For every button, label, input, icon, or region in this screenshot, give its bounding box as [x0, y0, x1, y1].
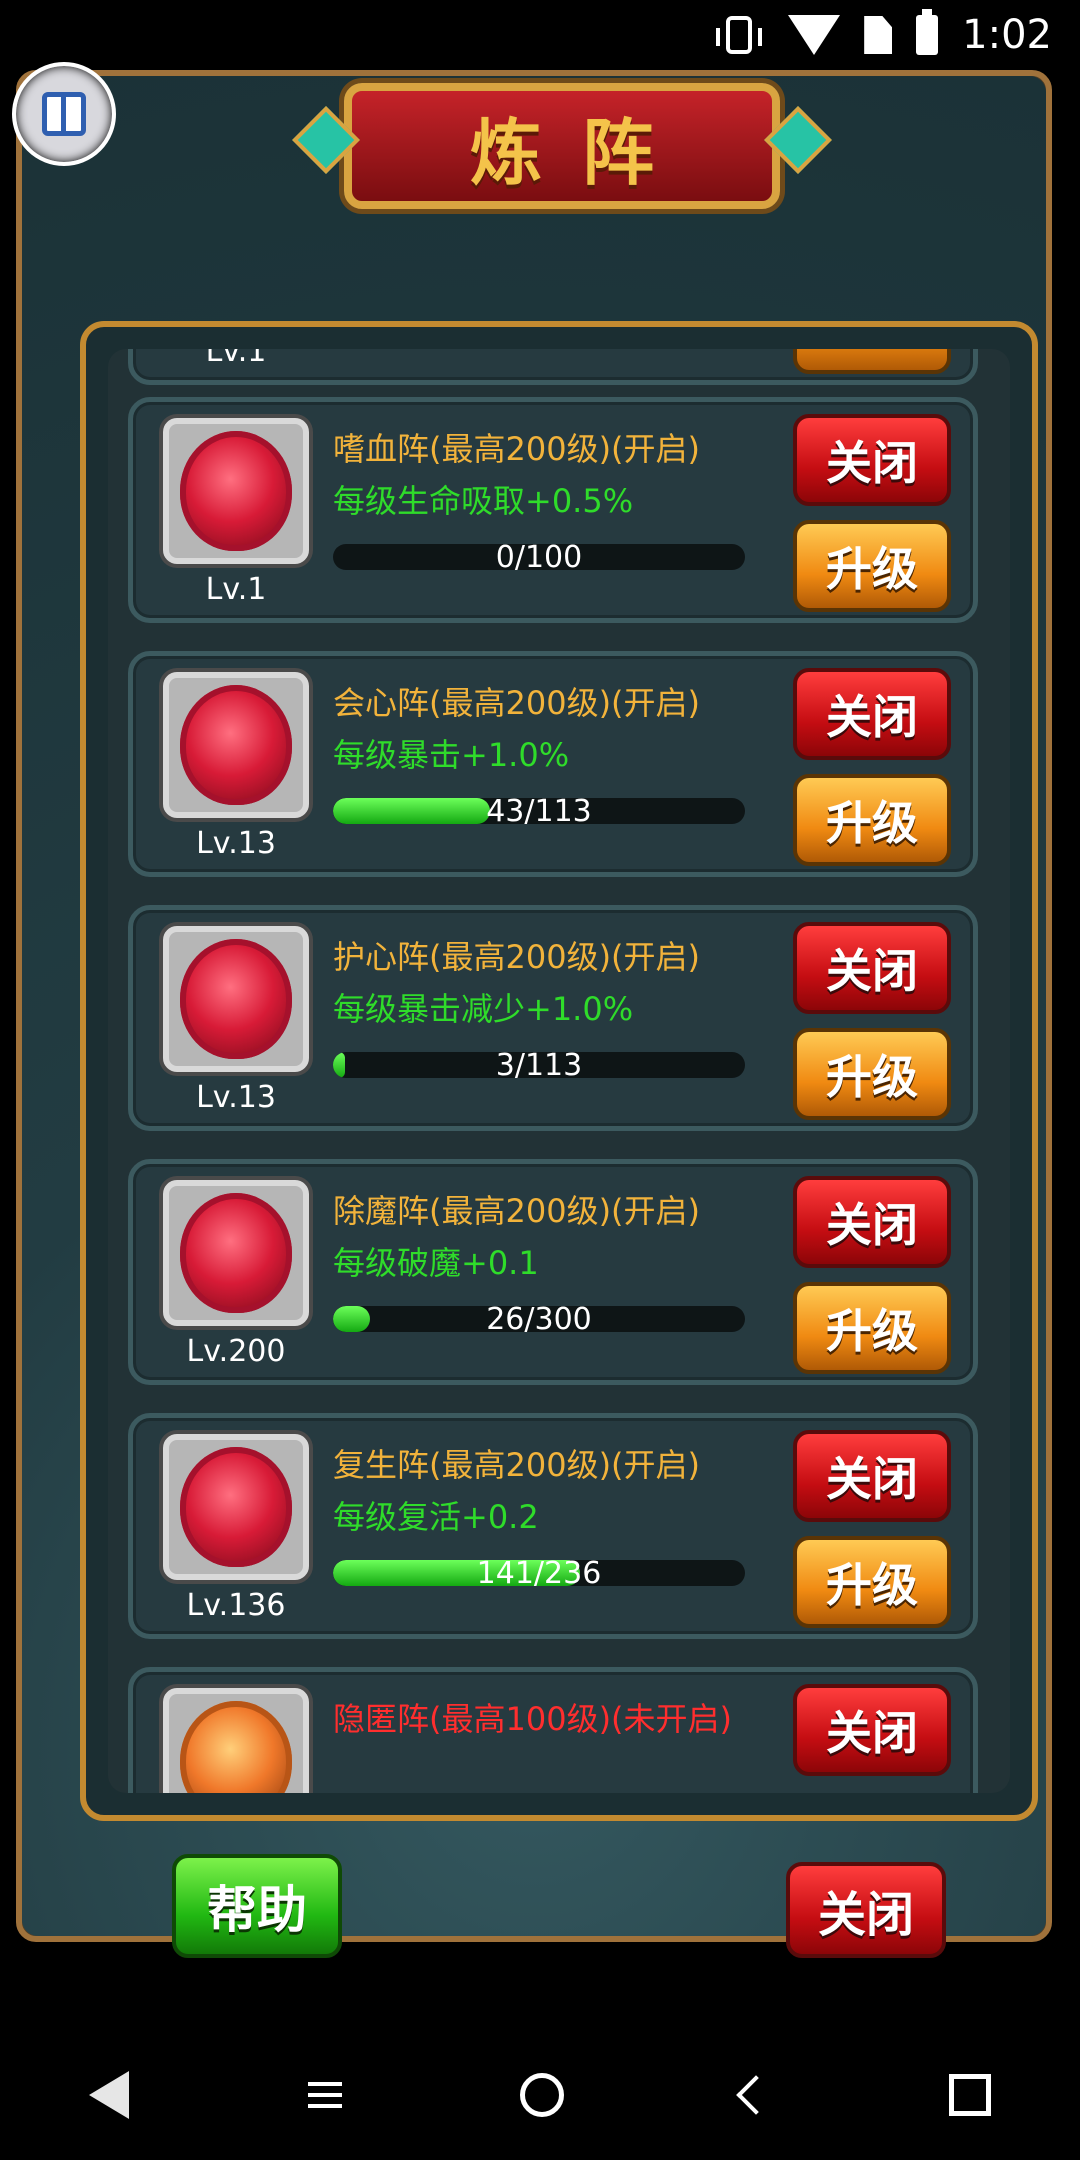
close-button[interactable]: 关闭 — [793, 1176, 951, 1268]
close-button[interactable]: 关闭 — [793, 668, 951, 760]
formation-thumbnail — [163, 1180, 309, 1326]
formation-name: 嗜血阵(最高200级)(开启) — [333, 430, 701, 468]
cube-icon — [42, 92, 86, 136]
title-banner: 炼阵 — [282, 76, 842, 216]
list-item: Lv.200 除魔阵(最高200级)(开启) 每级破魔+0.1 26/300 关… — [128, 1159, 978, 1385]
formation-effect: 每级暴击+1.0% — [333, 736, 570, 774]
title-plate: 炼阵 — [344, 83, 780, 209]
level-label: Lv.1 — [205, 572, 267, 607]
formation-medal-icon — [180, 685, 292, 805]
close-button[interactable]: 关闭 — [793, 922, 951, 1014]
formation-thumbnail — [163, 1434, 309, 1580]
exp-progress-bar: 0/100 — [333, 544, 745, 570]
exp-progress-bar: 3/113 — [333, 1052, 745, 1078]
formation-medal-icon — [180, 1701, 292, 1793]
exp-progress-text: 0/100 — [495, 544, 583, 570]
close-button[interactable]: 关闭 — [793, 1684, 951, 1776]
no-sim-icon — [864, 16, 893, 54]
list-item: Lv.1 嗜血阵(最高200级)(开启) 每级生命吸取+0.5% 0/100 关… — [128, 397, 978, 623]
exp-progress-text: 43/113 — [486, 798, 592, 824]
wifi-icon — [788, 15, 841, 55]
formation-thumbnail — [163, 1688, 309, 1793]
formation-list[interactable]: Lv.1 Lv.1 嗜血阵(最高200级)(开启) 每级生命吸取+0.5% 0/… — [108, 349, 1010, 1793]
upgrade-button[interactable]: 升级 — [793, 1028, 951, 1120]
exp-progress-bar: 141/236 — [333, 1560, 745, 1586]
home-icon[interactable] — [519, 2073, 564, 2117]
formation-thumbnail — [163, 926, 309, 1072]
formation-name: 护心阵(最高200级)(开启) — [333, 938, 701, 976]
vibrate-icon — [716, 16, 763, 54]
list-item: Lv.13 护心阵(最高200级)(开启) 每级暴击减少+1.0% 3/113 … — [128, 905, 978, 1131]
exp-progress-text: 3/113 — [495, 1052, 583, 1078]
upgrade-button[interactable] — [793, 349, 951, 374]
status-time: 1:02 — [962, 12, 1052, 58]
formation-medal-icon — [180, 1193, 292, 1313]
formation-name: 会心阵(最高200级)(开启) — [333, 684, 701, 722]
list-item: Lv.13 会心阵(最高200级)(开启) 每级暴击+1.0% 43/113 关… — [128, 651, 978, 877]
menu-icon[interactable] — [307, 2082, 342, 2108]
chevron-left-icon[interactable] — [736, 2075, 777, 2115]
upgrade-button[interactable]: 升级 — [793, 520, 951, 612]
formation-effect: 每级暴击减少+1.0% — [333, 990, 634, 1028]
floating-menu-button[interactable] — [12, 62, 116, 166]
help-button[interactable]: 帮助 — [172, 1854, 342, 1958]
exp-progress-text: 26/300 — [486, 1306, 592, 1332]
formation-thumbnail — [163, 418, 309, 564]
formation-medal-icon — [180, 1447, 292, 1567]
exp-progress-bar: 26/300 — [333, 1306, 745, 1332]
level-label: Lv.200 — [186, 1334, 286, 1369]
level-label: Lv.13 — [196, 1080, 276, 1115]
status-bar: 1:02 — [0, 0, 1080, 70]
back-icon[interactable] — [89, 2071, 130, 2119]
close-window-button[interactable]: 关闭 — [786, 1862, 946, 1958]
level-label: Lv.13 — [196, 826, 276, 861]
close-button[interactable]: 关闭 — [793, 1430, 951, 1522]
formation-medal-icon — [180, 939, 292, 1059]
formation-medal-icon — [180, 431, 292, 551]
formation-name: 隐匿阵(最高100级)(未开启) — [333, 1700, 733, 1738]
upgrade-button[interactable]: 升级 — [793, 1536, 951, 1628]
exp-progress-bar: 43/113 — [333, 798, 745, 824]
formation-list-panel: Lv.1 Lv.1 嗜血阵(最高200级)(开启) 每级生命吸取+0.5% 0/… — [80, 321, 1038, 1821]
formation-name: 复生阵(最高200级)(开启) — [333, 1446, 701, 1484]
list-item: Lv.1 — [128, 349, 978, 385]
level-label: Lv.1 — [205, 349, 267, 369]
formation-effect: 每级复活+0.2 — [333, 1498, 539, 1536]
formation-effect: 每级破魔+0.1 — [333, 1244, 539, 1282]
close-button[interactable]: 关闭 — [793, 414, 951, 506]
formation-thumbnail — [163, 672, 309, 818]
page-title: 炼阵 — [469, 109, 694, 195]
exp-progress-text: 141/236 — [476, 1560, 602, 1586]
battery-icon — [916, 9, 939, 55]
formation-name: 除魔阵(最高200级)(开启) — [333, 1192, 701, 1230]
upgrade-button[interactable]: 升级 — [793, 774, 951, 866]
formation-effect: 每级生命吸取+0.5% — [333, 482, 634, 520]
navigation-bar — [0, 2040, 1080, 2150]
level-label: Lv.136 — [186, 1588, 286, 1623]
list-item: Lv.136 复生阵(最高200级)(开启) 每级复活+0.2 141/236 … — [128, 1413, 978, 1639]
upgrade-button[interactable]: 升级 — [793, 1282, 951, 1374]
formation-window: 炼阵 Lv.1 Lv.1 嗜血阵(最高200级)(开启) 每级生命吸取+0.5% — [16, 70, 1052, 1958]
recents-icon[interactable] — [948, 2074, 991, 2116]
list-item: 隐匿阵(最高100级)(未开启) 关闭 — [128, 1667, 978, 1793]
